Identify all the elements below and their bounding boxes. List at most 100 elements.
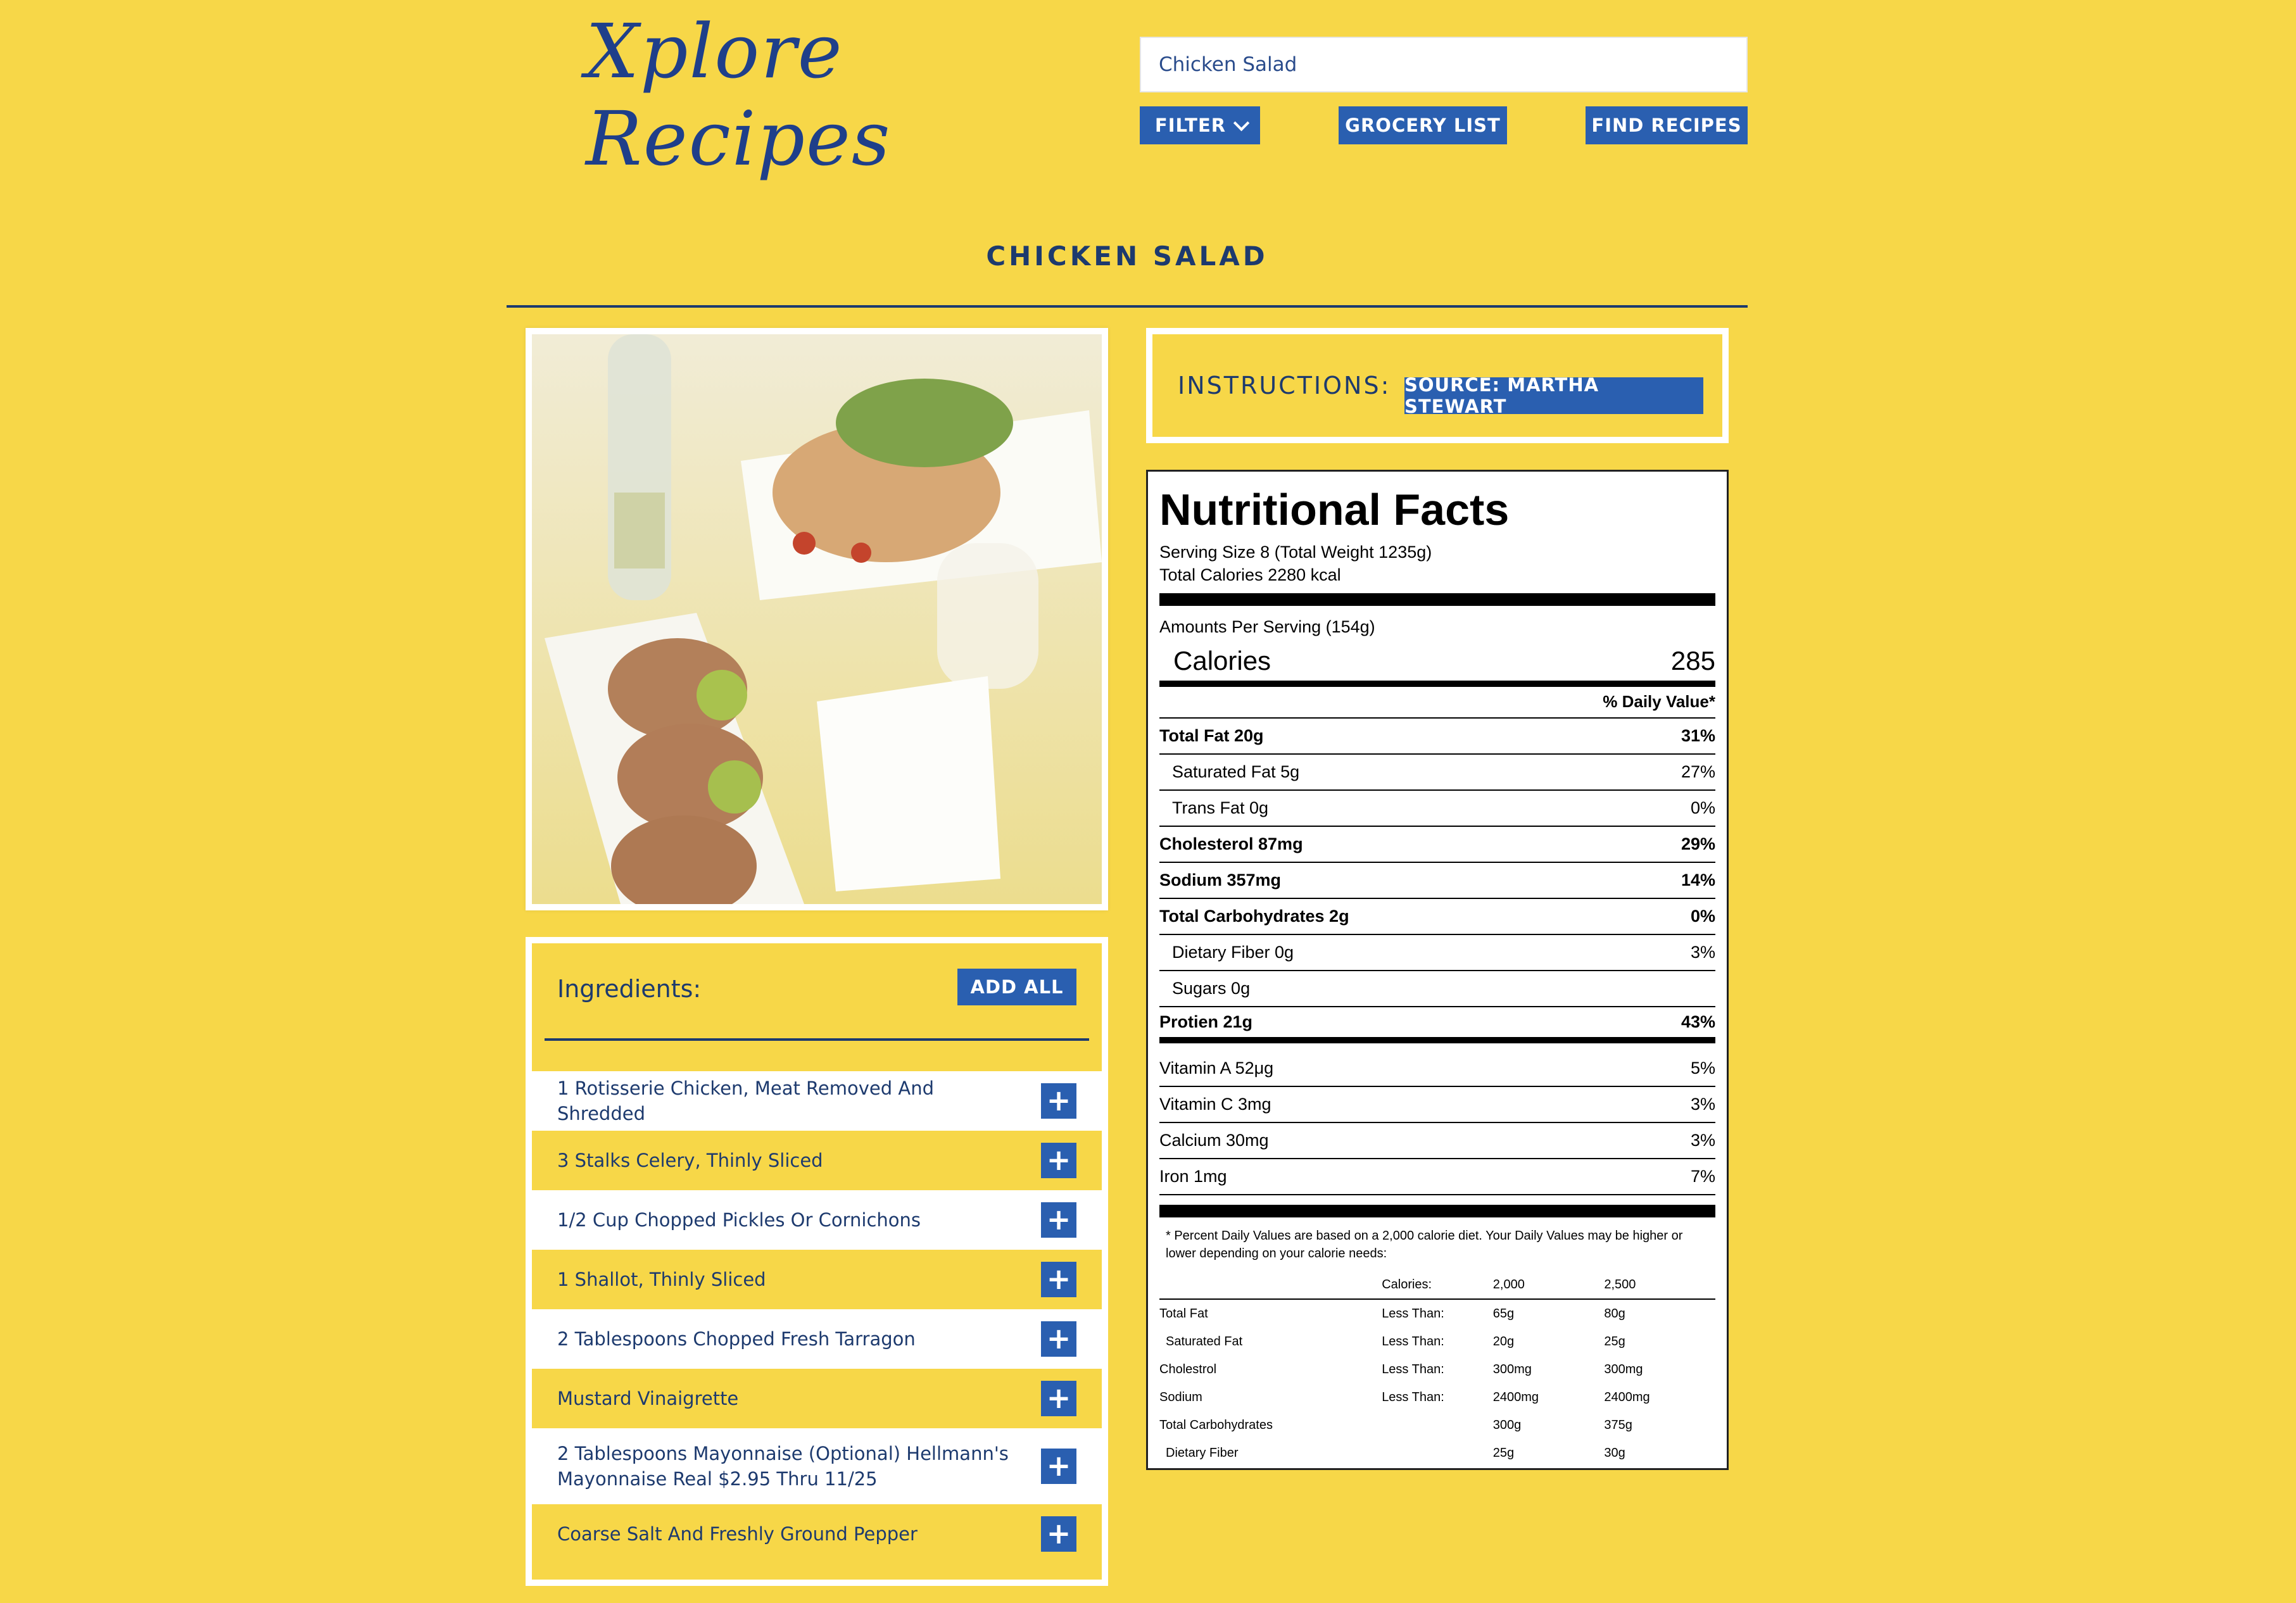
nutrient-label: Sodium 357mg bbox=[1159, 871, 1282, 890]
vitamin-row: Iron 1mg 7% bbox=[1159, 1159, 1715, 1195]
add-all-button[interactable]: ADD ALL bbox=[957, 969, 1076, 1005]
grocery-list-button[interactable]: GROCERY LIST bbox=[1339, 106, 1507, 144]
ingredient-item: 3 Stalks Celery, Thinly Sliced + bbox=[532, 1131, 1102, 1190]
dv-cell: Less Than: bbox=[1382, 1334, 1444, 1348]
vitamin-label: Vitamin C 3mg bbox=[1159, 1095, 1271, 1114]
ingredient-text: 1 Shallot, Thinly Sliced bbox=[557, 1269, 766, 1290]
vitamin-label: Iron 1mg bbox=[1159, 1167, 1227, 1186]
logo[interactable]: Xplore Recipes bbox=[586, 8, 1080, 182]
ingredient-item: 1 Rotisserie Chicken, Meat Removed And S… bbox=[532, 1071, 1102, 1131]
ingredients-card: Ingredients: ADD ALL 1 Rotisserie Chicke… bbox=[526, 937, 1108, 1586]
dv-cell: Less Than: bbox=[1382, 1306, 1444, 1321]
vitamin-value: 5% bbox=[1690, 1059, 1715, 1078]
dv-cell: 65g bbox=[1492, 1306, 1515, 1321]
plus-icon[interactable]: + bbox=[1041, 1143, 1076, 1178]
ingredients-divider bbox=[545, 1038, 1089, 1041]
dv-table-row: Dietary Fiber 25g 30g bbox=[1159, 1439, 1715, 1467]
find-recipes-button[interactable]: FIND RECIPES bbox=[1586, 106, 1748, 144]
dv-cell: 80g bbox=[1604, 1306, 1625, 1321]
dv-cell: 2,500 bbox=[1604, 1277, 1636, 1292]
amounts-per-serving: Amounts Per Serving (154g) bbox=[1159, 617, 1375, 636]
dv-table-row: Cholestrol Less Than: 300mg 300mg bbox=[1159, 1355, 1715, 1383]
nutrient-value: 0% bbox=[1690, 907, 1715, 926]
source-button[interactable]: SOURCE: MARTHA STEWART bbox=[1404, 374, 1703, 417]
nutrient-label: Total Fat 20g bbox=[1159, 726, 1264, 745]
vitamin-label: Vitamin A 52μg bbox=[1159, 1059, 1274, 1078]
ingredient-item: Mustard Vinaigrette + bbox=[532, 1369, 1102, 1428]
vitamin-value: 3% bbox=[1690, 1095, 1715, 1114]
dv-cell: 30g bbox=[1604, 1445, 1625, 1460]
dv-cell: 25g bbox=[1604, 1334, 1625, 1348]
dv-cell: Saturated Fat bbox=[1166, 1334, 1243, 1348]
dv-cell: Total Fat bbox=[1159, 1306, 1208, 1321]
ingredient-text: Mustard Vinaigrette bbox=[557, 1388, 739, 1409]
instructions-label: INSTRUCTIONS: bbox=[1178, 372, 1391, 399]
plus-icon[interactable]: + bbox=[1041, 1516, 1076, 1552]
plus-icon[interactable]: + bbox=[1041, 1381, 1076, 1416]
nutrition-heading: Nutritional Facts bbox=[1159, 485, 1510, 534]
nutrient-value: 3% bbox=[1690, 943, 1715, 962]
nutrient-row: Total Fat 20g 31% bbox=[1159, 719, 1715, 755]
dv-cell bbox=[1159, 1271, 1382, 1299]
dv-table-row: Sodium Less Than: 2400mg 2400mg bbox=[1159, 1383, 1715, 1411]
ingredient-text: 2 Tablespoons Chopped Fresh Tarragon bbox=[557, 1328, 916, 1350]
vitamin-label: Calcium 30mg bbox=[1159, 1131, 1269, 1150]
ingredients-list: 1 Rotisserie Chicken, Meat Removed And S… bbox=[532, 1071, 1102, 1564]
dv-cell: Cholestrol bbox=[1159, 1362, 1217, 1376]
dv-table-row: Total Carbohydrates 300g 375g bbox=[1159, 1411, 1715, 1439]
nutrient-row: Cholesterol 87mg 29% bbox=[1159, 827, 1715, 863]
divider-thick-bottom bbox=[1159, 1205, 1715, 1217]
dv-cell: Sodium bbox=[1159, 1390, 1202, 1404]
vitamin-row: Calcium 30mg 3% bbox=[1159, 1123, 1715, 1159]
nutrient-label: Sugars 0g bbox=[1172, 979, 1251, 998]
nutrient-label: Cholesterol 87mg bbox=[1159, 834, 1303, 853]
dv-table-row: Saturated Fat Less Than: 20g 25g bbox=[1159, 1328, 1715, 1355]
nutrient-label: Saturated Fat 5g bbox=[1172, 762, 1300, 781]
dv-cell: 375g bbox=[1604, 1418, 1632, 1432]
nutrient-row: Dietary Fiber 0g 3% bbox=[1159, 935, 1715, 971]
ingredient-text: Coarse Salt And Freshly Ground Pepper bbox=[557, 1523, 918, 1545]
nutrient-rows: Total Fat 20g 31% Saturated Fat 5g 27% Trans… bbox=[1159, 719, 1715, 1043]
plus-icon[interactable]: + bbox=[1041, 1262, 1076, 1297]
dv-cell: 20g bbox=[1492, 1334, 1515, 1348]
nutrient-label: Total Carbohydrates 2g bbox=[1159, 907, 1349, 926]
nutrient-value: 43% bbox=[1681, 1012, 1715, 1031]
ingredient-text: 2 Tablespoons Mayonnaise (Optional) Hell… bbox=[557, 1443, 1009, 1490]
nutrient-row: Protien 21g 43% bbox=[1159, 1007, 1715, 1043]
dv-table-row: Total Fat Less Than: 65g 80g bbox=[1159, 1299, 1715, 1328]
plus-icon[interactable]: + bbox=[1041, 1321, 1076, 1357]
nutrient-label: Protien 21g bbox=[1159, 1012, 1253, 1031]
dv-cell: Dietary Fiber bbox=[1166, 1445, 1239, 1460]
plus-icon[interactable]: + bbox=[1041, 1083, 1076, 1119]
nutrient-row: Sugars 0g bbox=[1159, 971, 1715, 1007]
ingredients-label: Ingredients: bbox=[557, 975, 702, 1003]
dv-cell: 2,000 bbox=[1492, 1277, 1525, 1292]
ingredient-item: Coarse Salt And Freshly Ground Pepper + bbox=[532, 1504, 1102, 1564]
plus-icon[interactable]: + bbox=[1041, 1202, 1076, 1238]
nutrient-label: Dietary Fiber 0g bbox=[1172, 943, 1294, 962]
divider-thick bbox=[1159, 593, 1715, 606]
dv-cell: Less Than: bbox=[1382, 1362, 1444, 1376]
vitamin-value: 3% bbox=[1690, 1131, 1715, 1150]
calories-row: Calories 285 bbox=[1159, 641, 1715, 687]
filter-button[interactable]: FILTER bbox=[1140, 106, 1260, 144]
total-calories: Total Calories 2280 kcal bbox=[1159, 565, 1341, 584]
recipe-image-card bbox=[526, 328, 1108, 910]
vitamin-row: Vitamin C 3mg 3% bbox=[1159, 1087, 1715, 1123]
dv-cell: 2400mg bbox=[1492, 1390, 1539, 1404]
serving-size: Serving Size 8 (Total Weight 1235g) bbox=[1159, 543, 1432, 562]
nutrient-value: 0% bbox=[1690, 798, 1715, 817]
nutrient-label: Trans Fat 0g bbox=[1172, 798, 1269, 817]
nutrient-value: 29% bbox=[1681, 834, 1715, 853]
chevron-down-icon bbox=[1233, 115, 1250, 132]
plus-icon[interactable]: + bbox=[1041, 1449, 1076, 1484]
nutrition-facts-panel: Nutritional Facts Serving Size 8 (Total … bbox=[1146, 470, 1729, 1470]
nutrient-value: 14% bbox=[1681, 871, 1715, 890]
search-input[interactable] bbox=[1140, 37, 1748, 92]
nutrient-row: Trans Fat 0g 0% bbox=[1159, 791, 1715, 827]
dv-cell: Total Carbohydrates bbox=[1159, 1418, 1273, 1432]
daily-value-footnote: * Percent Daily Values are based on a 2,… bbox=[1166, 1229, 1683, 1260]
ingredient-item: 1/2 Cup Chopped Pickles Or Cornichons + bbox=[532, 1190, 1102, 1250]
dv-cell bbox=[1382, 1439, 1493, 1467]
filter-label: FILTER bbox=[1154, 115, 1227, 136]
